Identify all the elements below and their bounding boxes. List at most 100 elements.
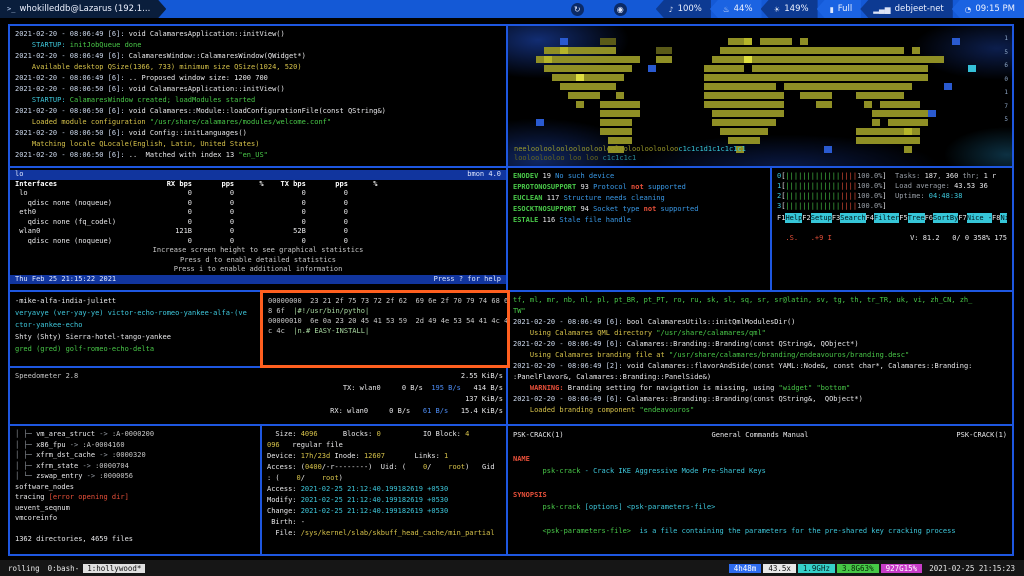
terminal-line: 00000010 6e 0a 23 20 45 41 53 59 2d 49 4… (268, 316, 502, 326)
map-row (512, 93, 996, 102)
pane-man-psk-crack[interactable]: PSK-CRACK(1)General Commands ManualPSK-C… (506, 424, 1014, 556)
terminal-line: eth0 0 0 0 0 (15, 208, 501, 218)
fkey[interactable]: F4 (866, 213, 874, 223)
fkey-label[interactable]: SortBy (933, 213, 958, 223)
terminal-line: 3[|||||||||||||||||100.0%] (777, 201, 1007, 211)
tmux-window-hollywood[interactable]: 1:hollywood* (83, 564, 145, 573)
fkey-label[interactable]: Tree (908, 213, 925, 223)
terminal-line: c 4c |n.# EASY-INSTALL| (268, 326, 502, 336)
clock-icon: ◔ (965, 5, 972, 14)
htop-extra: .S. .+9 IV: 81.2 0/ 0 358% 175 (777, 223, 1007, 243)
terminal-line: SYNOPSIS (513, 489, 1007, 501)
fkey-label[interactable]: Help (785, 213, 802, 223)
htop-meters: 0[|||||||||||||||||100.0%] Tasks: 187, 3… (777, 171, 1007, 211)
status-network[interactable]: ▂▄▆ debjeet-net (860, 0, 953, 18)
terminal-line: Loaded branding component "endeavouros" (513, 405, 1007, 416)
terminal-line: 137 KiB/s (15, 394, 503, 406)
terminal-line: STARTUP: CalamaresWindow created; loadMo… (15, 95, 501, 106)
pane-htop[interactable]: 0[|||||||||||||||||100.0%] Tasks: 187, 3… (770, 166, 1014, 292)
pane-errno-list[interactable]: ENODEV 19 No such deviceEPROTONOSUPPORT … (506, 166, 772, 292)
fkey[interactable]: F8 (992, 213, 1000, 223)
htop-function-keys[interactable]: F1HelpF2SetupF3SearchF4FilterF5TreeF6Sor… (777, 213, 1007, 223)
status-chip: 927G15% (881, 564, 923, 573)
terminal-line: neeloolooloolooloolooloolooloolooloolooc… (514, 145, 994, 154)
fkey-label[interactable]: Setup (811, 213, 832, 223)
tmux-window-bash[interactable]: 0:bash- (44, 564, 84, 573)
pane-calamares-branding-log[interactable]: tf, ml, mr, nb, nl, pl, pt_BR, pt_PT, ro… (506, 290, 1014, 426)
map-footer-text: neeloolooloolooloolooloolooloolooloolooc… (514, 145, 994, 163)
terminal-line: PSK-CRACK(1)General Commands ManualPSK-C… (513, 429, 1007, 441)
terminal-line: ctor-yankee-echo (15, 319, 255, 331)
terminal-line: Matching locale QLocale(English, Latin, … (15, 139, 501, 150)
pane-bmon[interactable]: lobmon 4.0Interfaces RX bps pps % TX bps… (8, 166, 508, 292)
battery-label: Full (838, 4, 853, 14)
fkey-label[interactable]: Filter (874, 213, 899, 223)
terminal-line: vmcoreinfo (15, 513, 255, 524)
terminal-line: Size: 4096 Blocks: 0 IO Block: 4 (267, 429, 503, 440)
map-row (512, 102, 996, 111)
battery-icon: ▮ (830, 5, 834, 14)
map-row (512, 75, 996, 84)
terminal-line: uevent_seqnum (15, 503, 255, 514)
terminal-line: NAME (513, 453, 1007, 465)
terminal-line: 00000000 23 21 2f 75 73 72 2f 62 69 6e 2… (268, 296, 502, 306)
terminal-line: 2021-02-20 - 08:06:49 [6]: CalamaresWind… (15, 51, 501, 62)
terminal-line: wlan0 121B 0 52B 0 (15, 227, 501, 237)
pane-world-map[interactable]: neeloolooloolooloolooloolooloolooloolooc… (506, 24, 1014, 168)
power-icon[interactable]: ◉ (614, 3, 627, 16)
terminal-line: Interfaces RX bps pps % TX bps pps % (15, 180, 501, 190)
fkey[interactable]: F2 (802, 213, 810, 223)
volume-icon: ♪ (669, 5, 674, 14)
terminal-line: .S. .+9 IV: 81.2 0/ 0 358% 175 (777, 233, 1007, 243)
terminal-line: TW" (513, 306, 1007, 317)
terminal-line: <psk-parameters-file> is a file containi… (513, 525, 1007, 537)
fkey-label[interactable]: Search (840, 213, 865, 223)
terminal-line: EPROTONOSUPPORT 93 Protocol not supporte… (513, 182, 765, 193)
clock-label: 09:15 PM (975, 4, 1015, 14)
fkey[interactable]: F5 (899, 213, 907, 223)
terminal-line: ESTALE 116 Stale file handle (513, 215, 765, 226)
terminal-line: Modify: 2021-02-25 21:12:40.199182619 +0… (267, 495, 503, 506)
fkey[interactable]: F6 (925, 213, 933, 223)
fkey-label[interactable]: Nice + (1000, 213, 1007, 223)
terminal-line: 0[|||||||||||||||||100.0%] Tasks: 187, 3… (777, 171, 1007, 181)
terminal-line: │ └─ zswap_entry -> :0000056 (15, 471, 255, 482)
temperature-icon: ♨ (723, 5, 730, 14)
fkey-label[interactable]: Nice - (967, 213, 992, 223)
pane-hexdump-active[interactable]: 00000000 23 21 2f 75 73 72 2f 62 69 6e 2… (260, 290, 510, 368)
terminal-line: Access: 2021-02-25 21:12:40.199182619 +0… (267, 484, 503, 495)
fkey[interactable]: F1 (777, 213, 785, 223)
terminal-line: ENODEV 19 No such device (513, 171, 765, 182)
terminal-line: Birth: - (267, 517, 503, 528)
pane-stat-output[interactable]: Size: 4096 Blocks: 0 IO Block: 4096 regu… (260, 424, 510, 556)
tmux-status-bar: rolling 0:bash- 1:hollywood* 4h48m43.5x1… (0, 560, 1024, 576)
pane-phonetic-words[interactable]: -mike-alfa-india-juliettveryavye (ver-ya… (8, 290, 262, 368)
refresh-icon[interactable]: ↻ (571, 3, 584, 16)
terminal-line: tracing [error opening dir] (15, 492, 255, 503)
terminal-line: 2021-02-20 - 08:06:49 [6]: .. Proposed w… (15, 73, 501, 84)
terminal-line: Press d to enable detailed statistics (15, 256, 501, 266)
pane-speedometer[interactable]: Speedometer 2.82.55 KiB/sTX: wlan0 0 B/s… (8, 366, 510, 426)
pane-calamares-log[interactable]: 2021-02-20 - 08:06:49 [6]: void Calamare… (8, 24, 508, 168)
map-row (512, 57, 996, 66)
tmux-status-right: 4h48m43.5x1.9GHz3.8G63%927G15%2021-02-25… (727, 564, 1020, 573)
fkey[interactable]: F7 (958, 213, 966, 223)
fkey[interactable]: F3 (832, 213, 840, 223)
terminal-line: │ ├─ xfrm_dst_cache -> :0000320 (15, 450, 255, 461)
volume-label: 100% (678, 4, 702, 14)
terminal-line: 8 6f |#!/usr/bin/pytho| (268, 306, 502, 316)
terminal-line: :PanelFlavor&, Calamares::Branding::Pane… (513, 372, 1007, 383)
terminal-line: : ( 0/ root) (267, 473, 503, 484)
terminal-line: 2021-02-20 - 08:06:49 [6]: Calamares::Br… (513, 394, 1007, 405)
brightness-label: 149% (784, 4, 808, 14)
world-map-pixels (512, 30, 996, 147)
pane-slab-tree[interactable]: │ ├─ vm_area_struct -> :A-0000200│ ├─ x8… (8, 424, 262, 556)
terminal-line: EUCLEAN 117 Structure needs cleaning (513, 193, 765, 204)
host-segment[interactable]: >_ whokilleddb@Lazarus (192.1... (0, 0, 166, 18)
terminal-line: Device: 17h/23d Inode: 12607 Links: 1 (267, 451, 503, 462)
terminal-line: Shty (Shty) Sierra-hotel-tango-yankee (15, 331, 255, 343)
terminal-line: │ ├─ x86_fpu -> :A-0004160 (15, 440, 255, 451)
terminal-line: qdisc none (fq_codel) 0 0 0 0 (15, 218, 501, 228)
terminal-line: 2021-02-20 - 08:06:49 [2]: void Calamare… (513, 361, 1007, 372)
terminal-line (513, 441, 1007, 453)
